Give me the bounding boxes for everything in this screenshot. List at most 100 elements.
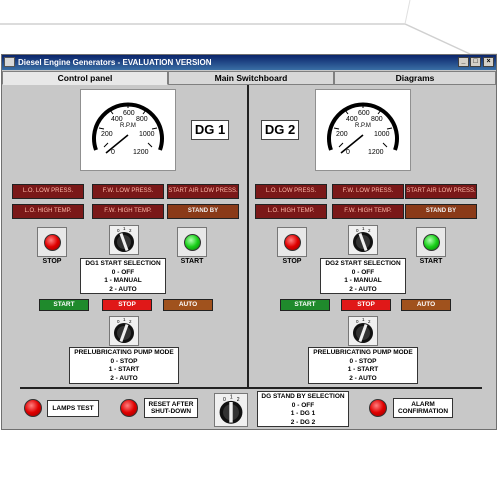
dg2-start-selection-title: DG2 START SELECTION [325, 260, 401, 267]
dg1-label: DG 1 [191, 120, 229, 140]
dg2-gauge-tick-800: 800 [371, 116, 383, 123]
knob-mark-0: 0 [117, 228, 120, 233]
standby-option-dg1: 1 - DG 1 [290, 410, 316, 417]
dg2-status-stop: STOP [341, 299, 391, 311]
dg1-gauge-tick-400: 400 [111, 116, 123, 123]
tab-main-switchboard[interactable]: Main Switchboard [168, 71, 334, 85]
dg1-stop-lamp [44, 234, 61, 251]
dg2-start-option-off: 0 - OFF [351, 268, 375, 276]
dg2-label: DG 2 [261, 120, 299, 140]
dg2-alarm-lo-low-press: L.O. LOW PRESS. [255, 184, 327, 199]
panel-divider [247, 85, 249, 389]
dg2-prelub-option-stop: 0 - STOP [349, 357, 377, 365]
dg2-stop-lamp [284, 234, 301, 251]
dg2-alarm-fw-low-press: F.W. LOW PRESS. [332, 184, 404, 199]
dg1-start-button[interactable] [177, 227, 207, 257]
dg1-start-option-off: 0 - OFF [111, 268, 135, 276]
dg1-gauge-unit: R.P.M [120, 123, 136, 129]
dg1-status-start: START [39, 299, 89, 311]
knob-mark-0: 0 [356, 319, 359, 324]
alarm-label-line1: ALARM [411, 401, 435, 408]
knob-mark-0: 0 [223, 397, 226, 403]
dg1-start-lamp [184, 234, 201, 251]
dg1-prelub-mode-box: PRELUBRICATING PUMP MODE 0 - STOP 1 - ST… [69, 347, 179, 384]
dg1-prelub-title: PRELUBRICATING PUMP MODE [74, 349, 174, 356]
dg1-gauge-tick-600: 600 [123, 110, 135, 117]
dg1-standby-indicator: STAND BY [167, 204, 239, 219]
knob-mark-0: 0 [356, 228, 359, 233]
dg1-alarm-start-air-low-press: START AIR LOW PRESS. [167, 184, 239, 199]
dg2-prelub-pump-switch[interactable]: 0 1 2 [348, 316, 378, 346]
dg2-gauge-tick-0: 0 [346, 149, 350, 156]
dg2-gauge-tick-200: 200 [336, 131, 348, 138]
dg2-standby-indicator: STAND BY [405, 204, 477, 219]
window-title: Diesel Engine Generators - EVALUATION VE… [18, 58, 212, 67]
dg2-stop-label: STOP [282, 258, 302, 265]
dg2-prelub-option-auto: 2 - AUTO [349, 374, 377, 382]
knob-mark-1: 1 [123, 226, 126, 231]
dg2-stop-button[interactable] [277, 227, 307, 257]
dg2-gauge-tick-1200: 1200 [368, 149, 384, 156]
knob-mark-2: 2 [368, 319, 371, 324]
title-bar: Diesel Engine Generators - EVALUATION VE… [2, 55, 496, 70]
dg1-prelub-option-start: 1 - START [108, 366, 140, 373]
dg2-gauge-tick-1000: 1000 [374, 131, 390, 138]
dg1-prelub-pump-switch[interactable]: 0 1 2 [109, 316, 139, 346]
alarm-confirmation-button[interactable]: ALARM CONFIRMATION [393, 398, 453, 418]
dg2-start-selection-switch[interactable]: 0 1 2 [348, 225, 378, 255]
dg2-start-lamp [423, 234, 440, 251]
knob-mark-1: 1 [123, 317, 126, 322]
dg2-start-option-manual: 1 - MANUAL [344, 277, 382, 284]
tab-diagrams[interactable]: Diagrams [334, 71, 496, 85]
lamps-test-lamp[interactable] [24, 399, 42, 417]
standby-option-dg2: 2 - DG 2 [290, 418, 316, 426]
knob-mark-0: 0 [117, 319, 120, 324]
dg1-stop-label: STOP [42, 258, 62, 265]
dg1-start-selection-switch[interactable]: 0 1 2 [109, 225, 139, 255]
dg1-alarm-fw-high-temp: F.W. HIGH TEMP. [92, 204, 164, 219]
bottom-divider [20, 387, 482, 389]
dg2-alarm-lo-high-temp: L.O. HIGH TEMP. [255, 204, 327, 219]
reset-after-shutdown-button[interactable]: RESET AFTER SHUT-DOWN [144, 398, 198, 418]
dg2-start-button[interactable] [416, 227, 446, 257]
dg1-gauge-tick-800: 800 [136, 116, 148, 123]
dg2-status-auto: AUTO [401, 299, 451, 311]
tab-control-panel[interactable]: Control panel [2, 71, 168, 85]
alarm-confirmation-lamp[interactable] [369, 399, 387, 417]
dg1-rpm-gauge: 0 200 400 600 800 1000 1200 R.P.M [80, 89, 176, 171]
knob-mark-1: 1 [230, 395, 233, 401]
knob-mark-2: 2 [368, 228, 371, 233]
standby-option-off: 0 - OFF [291, 401, 315, 409]
minimize-button[interactable]: _ [458, 57, 469, 67]
maximize-button[interactable]: □ [470, 57, 481, 67]
alarm-label-line2: CONFIRMATION [397, 408, 449, 415]
dg1-stop-button[interactable] [37, 227, 67, 257]
dg1-gauge-tick-1000: 1000 [139, 131, 155, 138]
standby-selection-switch[interactable]: 0 1 2 [214, 393, 248, 427]
standby-title: DG STAND BY SELECTION [261, 393, 345, 400]
dg2-start-label: START [419, 258, 443, 265]
dg2-prelub-title: PRELUBRICATING PUMP MODE [313, 349, 413, 356]
dg1-alarm-lo-high-temp: L.O. HIGH TEMP. [12, 204, 84, 219]
dg2-start-selection-box: DG2 START SELECTION 0 - OFF 1 - MANUAL 2… [320, 258, 406, 294]
dg1-status-auto: AUTO [163, 299, 213, 311]
dg2-prelub-mode-box: PRELUBRICATING PUMP MODE 0 - STOP 1 - ST… [308, 347, 418, 384]
dg1-start-selection-title: DG1 START SELECTION [85, 260, 161, 267]
knob-mark-1: 1 [362, 317, 365, 322]
knob-mark-1: 1 [362, 226, 365, 231]
dg1-alarm-fw-low-press: F.W. LOW PRESS. [92, 184, 164, 199]
dg1-start-label: START [180, 258, 204, 265]
reset-label-line1: RESET AFTER [148, 401, 194, 408]
lamps-test-button[interactable]: LAMPS TEST [47, 400, 99, 417]
dg2-alarm-fw-high-temp: F.W. HIGH TEMP. [332, 204, 404, 219]
knob-mark-2: 2 [129, 319, 132, 324]
dg1-prelub-option-stop: 0 - STOP [110, 357, 138, 365]
dg1-start-option-auto: 2 - AUTO [109, 285, 137, 293]
dg2-status-start: START [280, 299, 330, 311]
reset-lamp[interactable] [120, 399, 138, 417]
reset-label-line2: SHUT-DOWN [150, 408, 192, 415]
dg1-gauge-tick-0: 0 [111, 149, 115, 156]
dg2-gauge-tick-600: 600 [358, 110, 370, 117]
close-button[interactable]: × [483, 57, 494, 67]
app-window: Diesel Engine Generators - EVALUATION VE… [1, 54, 497, 430]
